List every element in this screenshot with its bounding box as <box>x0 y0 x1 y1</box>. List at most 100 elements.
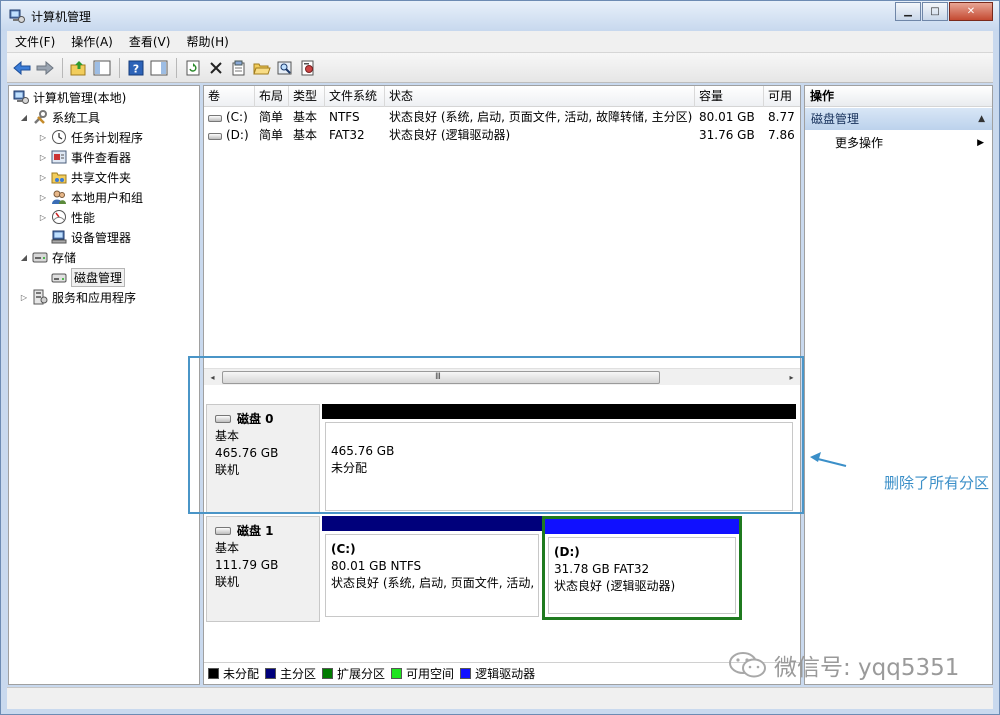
tree-item-local-users[interactable]: ▷ 本地用户和组 <box>38 187 143 207</box>
menu-help[interactable]: 帮助(H) <box>178 31 236 53</box>
column-header-layout[interactable]: 布局 <box>255 86 289 107</box>
refresh-button[interactable] <box>182 57 204 79</box>
delete-button[interactable] <box>205 57 227 79</box>
tree-item-system-tools[interactable]: ◢ 系统工具 <box>19 107 100 127</box>
cell-status: 状态良好 (系统, 启动, 页面文件, 活动, 故障转储, 主分区) <box>389 110 693 124</box>
cell-volume: (C:) <box>204 108 255 126</box>
settings-icon <box>301 60 314 75</box>
users-icon <box>51 189 67 205</box>
device-manager-icon <box>51 229 67 245</box>
table-row[interactable]: (C:) 简单 基本 NTFS 状态良好 (系统, 启动, 页面文件, 活动, … <box>204 108 800 126</box>
close-button[interactable]: ✕ <box>949 2 993 21</box>
expand-arrow-icon[interactable]: ▷ <box>38 153 48 162</box>
wechat-icon <box>729 652 766 678</box>
tree-item-label: 事件查看器 <box>71 150 132 165</box>
legend-swatch <box>322 668 334 679</box>
submenu-arrow-icon: ▶ <box>977 138 984 148</box>
tree-item-performance[interactable]: ▷ 性能 <box>38 207 95 227</box>
legend: 未分配 主分区 扩展分区 可用空间 逻辑驱动器 <box>204 662 800 684</box>
tree-item-task-scheduler[interactable]: ▷ 任务计划程序 <box>38 127 143 147</box>
window-title: 计算机管理 <box>31 10 92 24</box>
tree-item-label: 性能 <box>71 210 96 225</box>
actions-section-disk-management[interactable]: 磁盘管理 ▲ <box>805 108 992 130</box>
column-header-type[interactable]: 类型 <box>289 86 325 107</box>
legend-primary: 主分区 <box>265 665 316 682</box>
toolbar-separator <box>62 57 63 78</box>
disk-1-label[interactable]: 磁盘 1 基本 111.79 GB 联机 <box>206 516 320 622</box>
svg-text:?: ? <box>133 62 139 75</box>
show-hide-action-button[interactable] <box>148 57 170 79</box>
console-tree: 计算机管理(本地) ◢ 系统工具 ▷ 任务计划程序 ▷ 事件查看器 ▷ 共享文件… <box>8 85 200 685</box>
cell-free: 8.77 <box>768 110 795 124</box>
legend-swatch <box>208 668 219 679</box>
table-row[interactable]: (D:) 简单 基本 FAT32 状态良好 (逻辑驱动器) 31.76 GB 7… <box>204 126 800 144</box>
logical-drive-bar <box>545 519 739 534</box>
menu-action[interactable]: 操作(A) <box>63 31 121 53</box>
computer-management-icon <box>9 9 25 23</box>
tools-icon <box>32 109 48 125</box>
tree-item-event-viewer[interactable]: ▷ 事件查看器 <box>38 147 131 167</box>
forward-button[interactable] <box>34 57 56 79</box>
collapse-arrow-icon[interactable]: ◢ <box>19 113 29 122</box>
open-button[interactable] <box>251 57 273 79</box>
maximize-button[interactable]: □ <box>922 2 948 21</box>
cell-layout: 简单 <box>259 128 284 142</box>
tree-item-storage[interactable]: ◢ 存储 <box>19 247 76 267</box>
column-header-volume[interactable]: 卷 <box>204 86 255 107</box>
legend-free-space: 可用空间 <box>391 665 454 682</box>
expand-arrow-icon[interactable]: ▷ <box>38 133 48 142</box>
column-header-capacity[interactable]: 容量 <box>695 86 764 107</box>
tree-item-shared-folders[interactable]: ▷ 共享文件夹 <box>38 167 131 187</box>
show-hide-action-icon <box>150 60 168 75</box>
properties-button[interactable] <box>228 57 250 79</box>
cell-type: 基本 <box>293 110 318 124</box>
performance-icon <box>51 209 67 225</box>
expand-arrow-icon[interactable]: ▷ <box>38 213 48 222</box>
storage-icon <box>32 249 48 265</box>
annotation-arrow-icon <box>810 452 847 467</box>
minimize-button[interactable]: ▁ <box>895 2 921 21</box>
menu-view[interactable]: 查看(V) <box>121 31 179 53</box>
toolbar: ? <box>7 53 993 83</box>
expand-arrow-icon[interactable]: ▷ <box>38 173 48 182</box>
settings-button[interactable] <box>297 57 319 79</box>
properties-icon <box>232 60 245 75</box>
menu-file[interactable]: 文件(F) <box>7 31 63 53</box>
tree-item-disk-management[interactable]: 磁盘管理 <box>51 267 126 287</box>
collapse-up-icon[interactable]: ▲ <box>978 108 985 130</box>
computer-management-icon <box>13 89 29 105</box>
title-bar[interactable]: 计算机管理 ▁ □ ✕ <box>1 1 999 31</box>
column-header-free[interactable]: 可用 <box>764 86 800 107</box>
collapse-arrow-icon[interactable]: ◢ <box>19 253 29 262</box>
volume-c[interactable]: (C:) 80.01 GB NTFS 状态良好 (系统, 启动, 页面文件, 活… <box>322 516 542 620</box>
shared-folder-icon <box>51 169 67 185</box>
search-button[interactable] <box>274 57 296 79</box>
tree-item-label: 任务计划程序 <box>71 130 144 145</box>
watermark-text: 微信号: yqq5351 <box>774 655 960 681</box>
tree-item-label: 磁盘管理 <box>71 267 126 287</box>
tree-item-services[interactable]: ▷ 服务和应用程序 <box>19 287 136 307</box>
tree-item-device-manager[interactable]: 设备管理器 <box>51 227 131 247</box>
status-bar <box>7 687 993 709</box>
up-button[interactable] <box>68 57 90 79</box>
column-header-status[interactable]: 状态 <box>385 86 695 107</box>
legend-swatch <box>265 668 277 679</box>
back-button[interactable] <box>11 57 33 79</box>
back-icon <box>13 60 31 75</box>
cell-status: 状态良好 (逻辑驱动器) <box>389 128 511 142</box>
show-hide-tree-button[interactable] <box>91 57 113 79</box>
services-icon <box>32 289 48 305</box>
tree-item-label: 共享文件夹 <box>71 170 132 185</box>
drive-icon <box>208 115 222 122</box>
expand-arrow-icon[interactable]: ▷ <box>19 293 29 302</box>
tree-item-root[interactable]: 计算机管理(本地) <box>13 87 126 107</box>
volume-d[interactable]: (D:) 31.78 GB FAT32 状态良好 (逻辑驱动器) <box>542 516 742 620</box>
help-button[interactable]: ? <box>125 57 147 79</box>
more-actions-item[interactable]: 更多操作 ▶ <box>805 133 992 153</box>
delete-icon <box>210 61 222 74</box>
column-header-filesystem[interactable]: 文件系统 <box>325 86 385 107</box>
event-viewer-icon <box>51 149 67 165</box>
expand-arrow-icon[interactable]: ▷ <box>38 193 48 202</box>
legend-swatch <box>391 668 403 679</box>
annotation-highlight-box <box>188 356 804 514</box>
